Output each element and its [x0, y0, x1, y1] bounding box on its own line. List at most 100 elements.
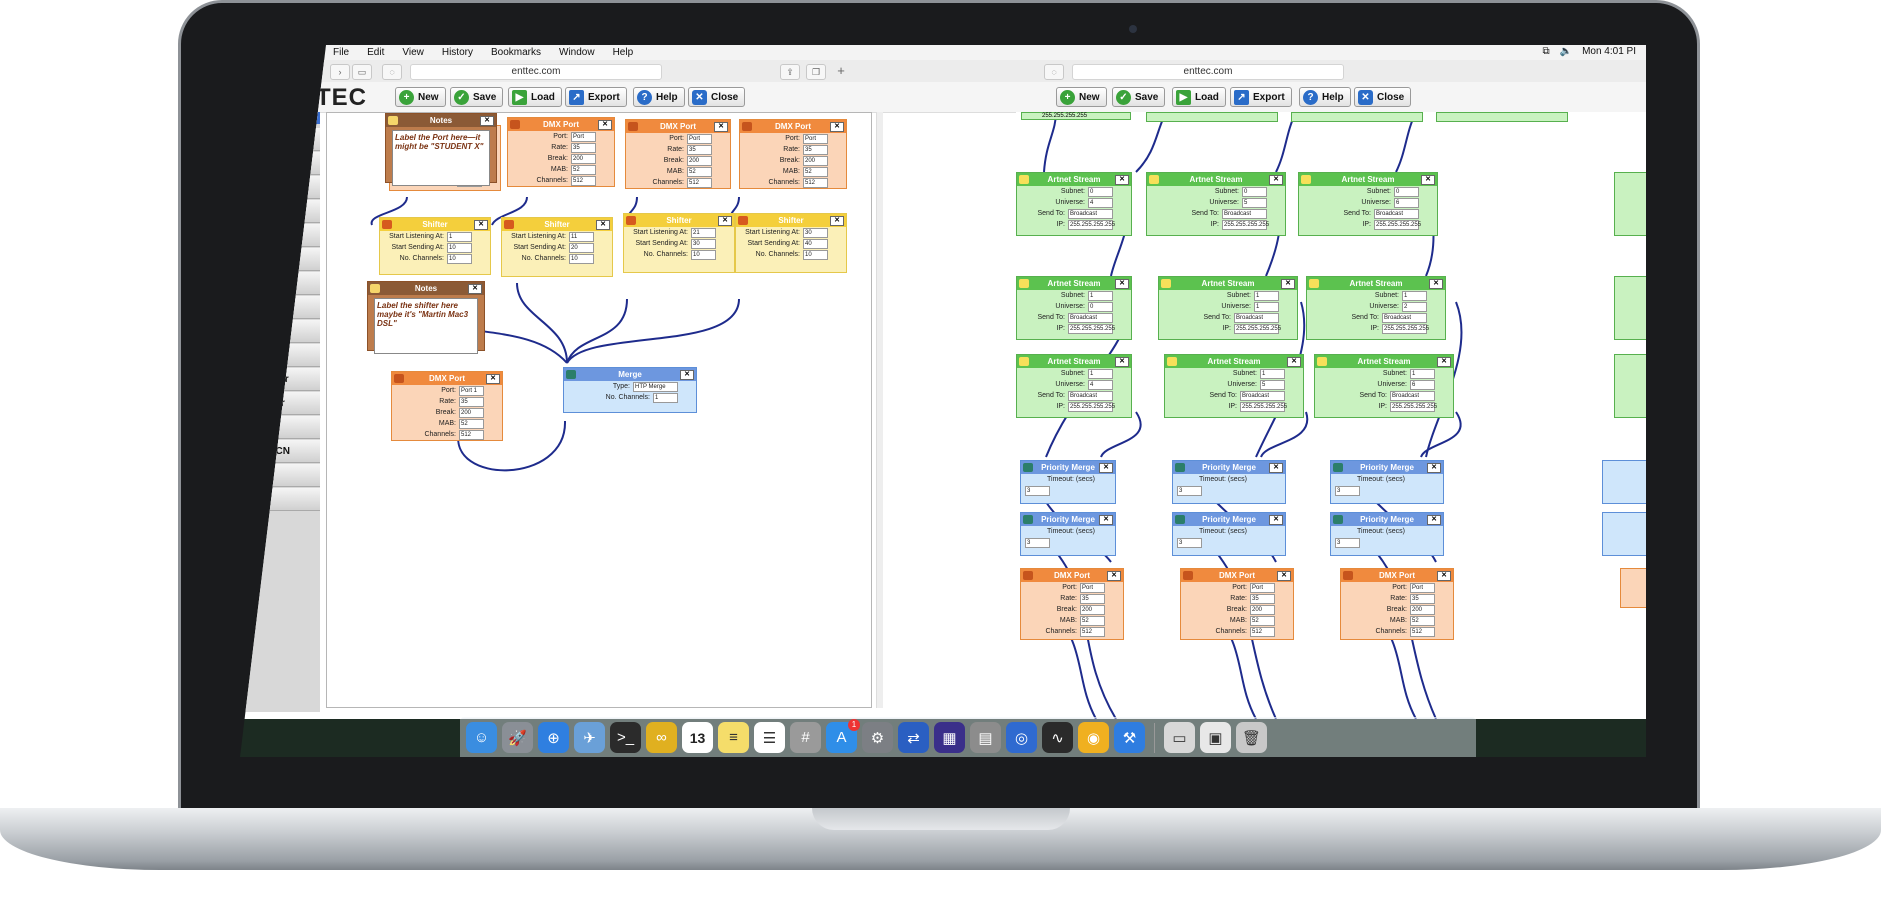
param-field[interactable]: 255.255.255.255 — [1390, 401, 1437, 412]
node-close-button[interactable]: ✕ — [680, 370, 694, 380]
partial-artnet-node[interactable] — [1436, 112, 1568, 122]
param-field[interactable]: 200 — [571, 153, 596, 164]
param-field[interactable]: 255.255.255.255 — [1382, 323, 1429, 334]
partial-artnet-node[interactable] — [1614, 354, 1646, 418]
node-header[interactable]: DMX Port ✕ — [508, 118, 614, 131]
param-field[interactable]: 35 — [1410, 593, 1435, 604]
param-field[interactable]: Port — [1080, 582, 1105, 593]
param-field[interactable]: Port 1 — [459, 385, 484, 396]
param-field[interactable]: 6 — [1394, 197, 1419, 208]
safari-icon[interactable]: ⊕ — [538, 722, 569, 753]
save-button[interactable]: ✓ Save — [450, 87, 504, 107]
param-field[interactable]: Port — [571, 131, 596, 142]
dmx-node[interactable]: DMX Port ✕ Port: Port Rate: 35 Break: 200 MAB: 52… — [1340, 568, 1454, 640]
param-field[interactable]: HTP Merge — [633, 381, 678, 392]
node-header[interactable]: Artnet Stream ✕ — [1307, 277, 1445, 290]
param-field[interactable]: 4 — [1088, 379, 1113, 390]
airplay-icon[interactable]: ⧉ — [1542, 46, 1549, 57]
preview-icon[interactable]: ✈ — [574, 722, 605, 753]
param-field[interactable]: 1 — [1254, 301, 1279, 312]
param-field[interactable]: 3 — [1335, 537, 1360, 548]
new-button[interactable]: + New — [395, 87, 446, 107]
url-bar[interactable]: enttec.com — [410, 64, 662, 80]
node-close-button[interactable]: ✕ — [468, 284, 482, 294]
param-field[interactable]: 0 — [1088, 301, 1113, 312]
mrg-node[interactable]: Priority Merge ✕ Timeout: (secs) 3 — [1172, 460, 1286, 504]
share-icon[interactable]: ⇪ — [780, 64, 800, 80]
url-bar[interactable]: enttec.com — [1072, 64, 1344, 80]
dmx-node[interactable]: DMX Port ✕ Port: Port Rate: 35 Break: 200 MAB: 52… — [1020, 568, 1124, 640]
node-close-button[interactable]: ✕ — [1107, 571, 1121, 581]
param-field[interactable]: Broadcast — [1222, 208, 1267, 219]
finder-icon[interactable]: ☺ — [466, 722, 497, 753]
param-field[interactable]: 0 — [1088, 186, 1113, 197]
param-field[interactable]: Broadcast — [1374, 208, 1419, 219]
param-field[interactable]: 512 — [1080, 626, 1105, 637]
param-field[interactable]: 0 — [1242, 186, 1267, 197]
node-header[interactable]: Artnet Stream ✕ — [1017, 355, 1131, 368]
node-close-button[interactable]: ✕ — [1277, 571, 1291, 581]
mrg-node[interactable]: Priority Merge ✕ Timeout: (secs) 3 — [1172, 512, 1286, 556]
app-store-icon[interactable]: A1 — [826, 719, 860, 753]
param-field[interactable]: 4 — [1088, 197, 1113, 208]
notes-textarea[interactable]: Label the Port here—it might be "STUDENT… — [392, 130, 490, 186]
param-field[interactable]: 255.255.255.255 — [1234, 323, 1281, 334]
dmx-node[interactable]: DMX Port ✕ Port: Port Rate: 35 Break: 200 MAB: 52… — [625, 119, 731, 189]
param-field[interactable]: 255.255.255.255 — [1240, 401, 1287, 412]
node-close-button[interactable]: ✕ — [480, 116, 494, 126]
tabs-icon[interactable]: ❐ — [806, 64, 826, 80]
node-header[interactable]: Shifter ✕ — [380, 218, 490, 231]
param-field[interactable]: 52 — [1410, 615, 1435, 626]
help-button[interactable]: ? Help — [1299, 87, 1351, 107]
param-field[interactable]: 2 — [1402, 301, 1427, 312]
param-field[interactable]: 35 — [459, 396, 484, 407]
node-header[interactable]: Shifter ✕ — [624, 214, 734, 227]
param-field[interactable]: Port — [1410, 582, 1435, 593]
canvas-scrollbar[interactable] — [876, 112, 883, 708]
partial-artnet-node[interactable] — [1614, 172, 1646, 236]
param-field[interactable]: 11 — [569, 231, 594, 242]
param-field[interactable]: 10 — [691, 249, 716, 260]
node-close-button[interactable]: ✕ — [1287, 357, 1301, 367]
param-field[interactable]: 3 — [1335, 485, 1360, 496]
node-close-button[interactable]: ✕ — [1099, 515, 1113, 525]
partial-merge-node[interactable] — [1602, 460, 1646, 504]
param-field[interactable]: 40 — [803, 238, 828, 249]
art-node[interactable]: Artnet Stream ✕ Subnet: 1 Universe: 5 Send To:… — [1164, 354, 1304, 418]
param-field[interactable]: 1 — [1260, 368, 1285, 379]
help-button[interactable]: ? Help — [633, 87, 685, 107]
partial-artnet-node[interactable] — [1614, 276, 1646, 340]
partial-artnet-node[interactable] — [1291, 112, 1423, 122]
param-field[interactable]: 52 — [803, 166, 828, 177]
partial-merge-node[interactable] — [1602, 512, 1646, 556]
param-field[interactable]: 20 — [569, 242, 594, 253]
param-field[interactable]: 10 — [447, 242, 472, 253]
art-node[interactable]: Artnet Stream ✕ Subnet: 1 Universe: 1 Send To:… — [1158, 276, 1298, 340]
param-field[interactable]: Port — [803, 133, 828, 144]
node-close-button[interactable]: ✕ — [830, 216, 844, 226]
trash-icon[interactable]: 🗑 — [1236, 722, 1267, 753]
shield-icon[interactable]: ◌ — [1044, 64, 1064, 80]
node-header[interactable]: Artnet Stream ✕ — [1017, 173, 1131, 186]
save-button[interactable]: ✓ Save — [1112, 87, 1166, 107]
node-header[interactable]: Artnet Stream ✕ — [1315, 355, 1453, 368]
param-field[interactable]: 52 — [687, 166, 712, 177]
param-field[interactable]: 512 — [1410, 626, 1435, 637]
mrg-node[interactable]: Priority Merge ✕ Timeout: (secs) 3 — [1330, 460, 1444, 504]
param-field[interactable]: 5 — [1260, 379, 1285, 390]
shf-node[interactable]: Shifter ✕ Start Listening At: 1 Start Sendin… — [379, 217, 491, 275]
node-close-button[interactable]: ✕ — [1099, 463, 1113, 473]
param-field[interactable]: 512 — [459, 429, 484, 440]
node-close-button[interactable]: ✕ — [1427, 463, 1441, 473]
node-header[interactable]: DMX Port ✕ — [1341, 569, 1453, 582]
node-header[interactable]: Priority Merge ✕ — [1021, 461, 1115, 474]
node-header[interactable]: DMX Port ✕ — [626, 120, 730, 133]
node-header[interactable]: Artnet Stream ✕ — [1165, 355, 1303, 368]
node-close-button[interactable]: ✕ — [1437, 357, 1451, 367]
node-close-button[interactable]: ✕ — [1115, 279, 1129, 289]
node-header[interactable]: DMX Port ✕ — [392, 372, 502, 385]
node-header[interactable]: Artnet Stream ✕ — [1299, 173, 1437, 186]
patch-canvas[interactable]: DMX Port ✕ Port: Port Rate: 35 Break: 200 MAB: 52… — [326, 112, 872, 708]
param-field[interactable]: Broadcast — [1068, 312, 1113, 323]
node-header[interactable]: DMX Port ✕ — [1181, 569, 1293, 582]
